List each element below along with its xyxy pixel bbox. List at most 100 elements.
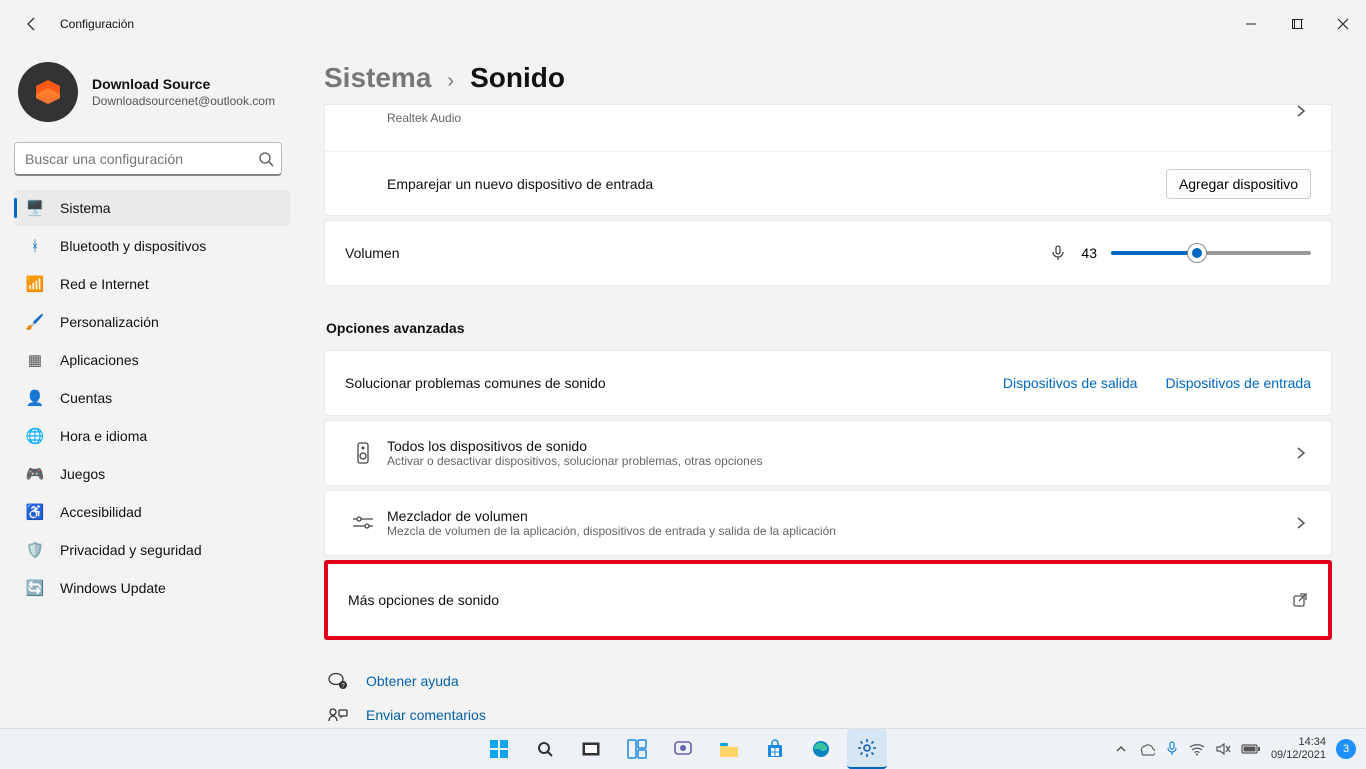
sidebar-item-red-e-internet[interactable]: 📶Red e Internet: [14, 266, 290, 302]
widgets-icon[interactable]: [617, 729, 657, 769]
nav-icon: 🖥️: [24, 197, 46, 219]
start-button[interactable]: [479, 729, 519, 769]
notification-badge[interactable]: 3: [1336, 739, 1356, 759]
nav-label: Sistema: [60, 200, 111, 216]
nav-icon: 🎮: [24, 463, 46, 485]
task-view-icon[interactable]: [571, 729, 611, 769]
back-button[interactable]: [20, 12, 44, 36]
nav-label: Juegos: [60, 466, 105, 482]
all-devices-card[interactable]: Todos los dispositivos de sonido Activar…: [324, 420, 1332, 486]
troubleshoot-label: Solucionar problemas comunes de sonido: [345, 375, 975, 391]
nav-label: Accesibilidad: [60, 504, 142, 520]
user-block[interactable]: Download Source Downloadsourcenet@outloo…: [14, 58, 300, 136]
chevron-right-icon: [1291, 517, 1311, 529]
search-icon: [258, 151, 274, 167]
edge-icon[interactable]: [801, 729, 841, 769]
window-title: Configuración: [60, 17, 134, 31]
avatar: [18, 62, 78, 122]
settings-app-icon[interactable]: [847, 729, 887, 769]
open-external-icon: [1292, 592, 1308, 608]
mixer-icon: [345, 514, 381, 532]
volume-card: Volumen 43: [324, 220, 1332, 286]
content: Sistema › Sonido Realtek Audio Emparejar…: [310, 48, 1366, 728]
input-device-card[interactable]: Realtek Audio Emparejar un nuevo disposi…: [324, 104, 1332, 216]
tray-chevron-icon[interactable]: [1115, 743, 1127, 755]
explorer-icon[interactable]: [709, 729, 749, 769]
troubleshoot-card: Solucionar problemas comunes de sonido D…: [324, 350, 1332, 416]
mixer-sub: Mezcla de volumen de la aplicación, disp…: [387, 524, 1291, 538]
breadcrumb-sep: ›: [447, 70, 454, 93]
nav-icon: 🔄: [24, 577, 46, 599]
nav-icon: ▦: [24, 349, 46, 371]
tray-microphone-icon[interactable]: [1165, 741, 1179, 757]
nav-icon: 📶: [24, 273, 46, 295]
sidebar-item-juegos[interactable]: 🎮 Juegos: [14, 456, 290, 492]
sidebar-item-privacidad-y-seguridad[interactable]: 🛡️Privacidad y seguridad: [14, 532, 290, 568]
feedback-icon: [328, 707, 348, 723]
sidebar-item-cuentas[interactable]: 👤 Cuentas: [14, 380, 290, 416]
volume-icon[interactable]: [1215, 742, 1231, 756]
clock-date: 09/12/2021: [1271, 749, 1326, 762]
all-devices-sub: Activar o desactivar dispositivos, soluc…: [387, 454, 1291, 468]
get-help-link[interactable]: ? Obtener ayuda: [328, 664, 1332, 698]
clock-time: 14:34: [1298, 736, 1326, 749]
volume-label: Volumen: [345, 245, 1049, 261]
search-input[interactable]: [14, 142, 282, 176]
mixer-title: Mezclador de volumen: [387, 508, 1291, 524]
sidebar-item-aplicaciones[interactable]: ▦ Aplicaciones: [14, 342, 290, 378]
nav-icon: 👤: [24, 387, 46, 409]
nav-label: Cuentas: [60, 390, 112, 406]
chevron-right-icon: [1291, 447, 1311, 459]
nav-icon: 🖌️: [24, 311, 46, 333]
help-icon: ?: [328, 672, 348, 690]
search-box[interactable]: [14, 142, 296, 176]
breadcrumb: Sistema › Sonido: [324, 62, 1332, 94]
input-devices-link[interactable]: Dispositivos de entrada: [1165, 375, 1311, 391]
nav-label: Windows Update: [60, 580, 166, 596]
sidebar-item-personalizaci-n[interactable]: 🖌️Personalización: [14, 304, 290, 340]
chevron-right-icon: [1291, 105, 1311, 117]
page-title: Sonido: [470, 62, 565, 94]
microphone-icon[interactable]: [1049, 244, 1067, 262]
sidebar: Download Source Downloadsourcenet@outloo…: [0, 48, 310, 728]
nav-label: Privacidad y seguridad: [60, 542, 202, 558]
sidebar-item-windows-update[interactable]: 🔄 Windows Update: [14, 570, 290, 606]
feedback-label: Enviar comentarios: [366, 707, 486, 723]
feedback-link[interactable]: Enviar comentarios: [328, 698, 1332, 728]
sidebar-item-bluetooth-y-dispositivos[interactable]: ᚼBluetooth y dispositivos: [14, 228, 290, 264]
taskbar-search-icon[interactable]: [525, 729, 565, 769]
all-devices-title: Todos los dispositivos de sonido: [387, 438, 1291, 454]
sidebar-item-hora-e-idioma[interactable]: 🌐 Hora e idioma: [14, 418, 290, 454]
system-tray[interactable]: [1115, 741, 1261, 757]
maximize-button[interactable]: [1274, 0, 1320, 48]
breadcrumb-parent[interactable]: Sistema: [324, 62, 431, 94]
more-options-title: Más opciones de sonido: [348, 592, 1292, 608]
chat-icon[interactable]: [663, 729, 703, 769]
wifi-icon[interactable]: [1189, 742, 1205, 756]
add-device-button[interactable]: Agregar dispositivo: [1166, 169, 1311, 199]
nav-icon: 🌐: [24, 425, 46, 447]
taskbar-clock[interactable]: 14:34 09/12/2021: [1271, 736, 1326, 762]
close-button[interactable]: [1320, 0, 1366, 48]
mixer-card[interactable]: Mezclador de volumen Mezcla de volumen d…: [324, 490, 1332, 556]
volume-slider[interactable]: [1111, 251, 1311, 255]
highlight-box: Más opciones de sonido: [324, 560, 1332, 640]
output-devices-link[interactable]: Dispositivos de salida: [1003, 375, 1138, 391]
nav-icon: ♿: [24, 501, 46, 523]
minimize-button[interactable]: [1228, 0, 1274, 48]
nav-label: Hora e idioma: [60, 428, 147, 444]
get-help-label: Obtener ayuda: [366, 673, 459, 689]
user-email: Downloadsourcenet@outlook.com: [92, 94, 275, 108]
titlebar: Configuración: [0, 0, 1366, 48]
sidebar-item-sistema[interactable]: 🖥️ Sistema: [14, 190, 290, 226]
nav-label: Bluetooth y dispositivos: [60, 238, 206, 254]
advanced-header: Opciones avanzadas: [326, 320, 1332, 336]
pair-label: Emparejar un nuevo dispositivo de entrad…: [387, 176, 1166, 192]
store-icon[interactable]: [755, 729, 795, 769]
more-sound-options-card[interactable]: Más opciones de sonido: [328, 564, 1328, 636]
battery-icon[interactable]: [1241, 743, 1261, 755]
onedrive-icon[interactable]: [1137, 742, 1155, 756]
nav-label: Aplicaciones: [60, 352, 139, 368]
sidebar-item-accesibilidad[interactable]: ♿ Accesibilidad: [14, 494, 290, 530]
input-device-sub: Realtek Audio: [387, 111, 1291, 125]
